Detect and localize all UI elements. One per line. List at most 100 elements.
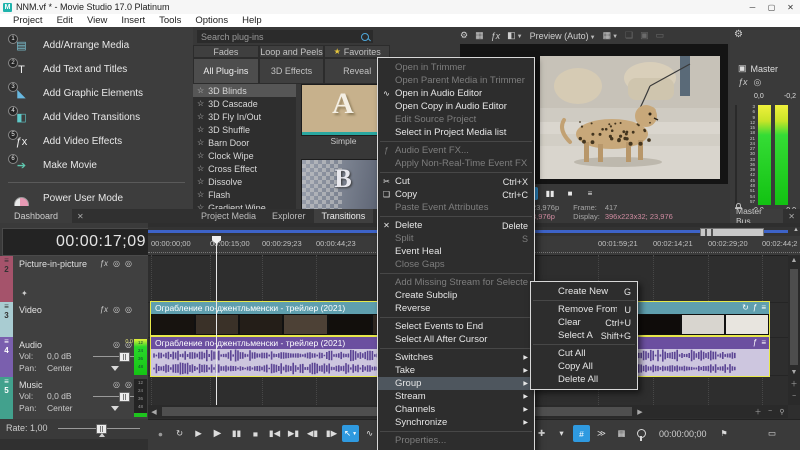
menu-item-switches[interactable]: Switches▶ [378,351,534,364]
transition-preview-simple[interactable]: A [301,84,385,136]
menu-item-create-subclip[interactable]: Create Subclip [378,289,534,302]
menu-item-remove-from[interactable]: Remove FromU [531,303,637,316]
external-monitor-icon[interactable]: ▭ [656,30,665,41]
tab-explorer[interactable]: Explorer [264,209,314,223]
track-solo-button[interactable]: ◎ [125,259,132,268]
snapping-button[interactable]: # [573,425,590,442]
favorite-star-icon[interactable]: ☆ [197,112,204,121]
favorite-star-icon[interactable]: ☆ [197,138,204,147]
menu-item-clear[interactable]: ClearCtrl+U [531,316,637,329]
track-mute-button[interactable]: ◎ [113,380,120,389]
track-grip-icon[interactable]: ≡ [4,256,9,265]
preview-menu-icon[interactable]: ≡ [583,187,598,200]
menu-item-synchronize[interactable]: Synchronize▶ [378,416,534,429]
minimize-button[interactable]: ─ [743,0,762,14]
menu-item-paste-event-attributes[interactable]: Paste Event Attributes [378,201,534,214]
split-screen-view-icon[interactable]: ◧▼ [507,30,522,41]
plugin-item-3d-cascade[interactable]: ☆3D Cascade [193,97,296,110]
play-button[interactable]: ▶ [209,425,226,442]
save-snapshot-icon[interactable]: ▣ [640,30,649,41]
master-mute-icon[interactable]: ◎ [754,77,762,88]
menu-item-delete-all[interactable]: Delete All [531,373,637,386]
menu-item-select-all[interactable]: Select AllShift+G [531,329,637,342]
previous-frame-button[interactable]: ◀▮ [304,425,321,442]
track-grip-icon[interactable]: ≡ [4,302,9,311]
sidebar-item-add-text-and-titles[interactable]: 2TAdd Text and Titles [0,57,193,81]
plugin-search-input[interactable]: Search plug-ins [197,30,373,43]
vertical-scrollbar[interactable]: ▲ ▼ ＋ − [788,255,800,405]
auto-ripple-button[interactable]: ≫ [593,425,610,442]
menu-item-reverse[interactable]: Reverse [378,302,534,315]
volume-slider-handle[interactable] [119,392,130,402]
preview-stop-button[interactable]: ■ [563,187,578,200]
menu-item-open-copy-in-audio-editor[interactable]: Open Copy in Audio Editor [378,100,534,113]
marker-pin-icon[interactable] [637,429,646,438]
favorite-star-icon[interactable]: ☆ [197,177,204,186]
pan-slider-handle[interactable] [111,406,119,411]
track-solo-button[interactable]: ◎ [125,380,132,389]
maximize-button[interactable]: ▢ [762,0,781,14]
menu-item-cut-all[interactable]: Cut All [531,347,637,360]
track-fx-button[interactable]: ƒx [100,305,108,314]
play-from-start-button[interactable]: ▶ [190,425,207,442]
track-grip-icon[interactable]: ≡ [4,377,9,386]
menu-item-cut[interactable]: ✂CutCtrl+X [378,175,534,188]
plugin-item-barn-door[interactable]: ☆Barn Door [193,136,296,149]
menubar-item-options[interactable]: Options [188,15,235,26]
envelope-tool-button[interactable]: ∿ [361,425,378,442]
transition-preview-left-to-right[interactable]: B [301,159,385,209]
menubar-item-help[interactable]: Help [235,15,269,26]
master-fx-icon[interactable]: ƒx [738,77,748,88]
menu-item-add-missing-stream-for-selected-event[interactable]: Add Missing Stream for Selected Event [378,276,534,289]
loop-playback-button[interactable]: ↻ [171,425,188,442]
master-settings-gear-icon[interactable]: ⚙ [734,29,743,40]
group-editing-button[interactable]: ▦ [613,425,630,442]
menu-item-audio-event-fx[interactable]: ƒAudio Event FX... [378,144,534,157]
sidebar-item-make-movie[interactable]: 6➔Make Movie [0,153,193,177]
sidebar-item-add-video-transitions[interactable]: 4◧Add Video Transitions [0,105,193,129]
event-fx-icon[interactable]: ƒ [753,337,757,349]
transport-timecode[interactable]: 00:00:00;00 [659,429,707,439]
sidebar-item-power-user-mode[interactable]: Power User Mode [0,186,193,210]
overlays-grid-icon[interactable]: ▦▼ [603,30,618,41]
event-menu-icon[interactable]: ≡ [761,302,766,314]
menu-item-event-heal[interactable]: Event Heal [378,245,534,258]
menu-item-close-gaps[interactable]: Close Gaps [378,258,534,271]
track-mute-button[interactable]: ◎ [113,340,120,349]
tab-fades[interactable]: Fades [193,45,259,58]
preview-pause-button[interactable]: ▮▮ [543,187,558,200]
plugin-item-3d-blinds[interactable]: ☆3D Blinds [193,84,296,97]
menu-item-stream[interactable]: Stream▶ [378,390,534,403]
track-fx-button[interactable]: ƒx [100,259,108,268]
menu-item-apply-non-real-time-event-fx[interactable]: Apply Non-Real-Time Event FX... [378,157,534,170]
favorite-star-icon[interactable]: ☆ [197,99,204,108]
favorite-star-icon[interactable]: ☆ [197,164,204,173]
menu-item-select-in-project-media-list[interactable]: Select in Project Media list [378,126,534,139]
volume-slider-handle[interactable] [119,352,130,362]
edit-tool-button[interactable]: ↖▼ [342,425,359,442]
menu-item-select-all-after-cursor[interactable]: Select All After Cursor [378,333,534,346]
event-menu-icon[interactable]: ≡ [761,337,766,349]
menubar-item-view[interactable]: View [80,15,114,26]
plugin-item-gradient-wipe[interactable]: ☆Gradient Wipe [193,201,296,209]
menu-item-channels[interactable]: Channels▶ [378,403,534,416]
preview-quality-dropdown[interactable]: Preview (Auto)▼ [530,31,596,41]
tab-all-plug-ins[interactable]: All Plug-ins [193,58,259,84]
go-to-start-button[interactable]: ▮◀ [266,425,283,442]
plugin-item-cross-effect[interactable]: ☆Cross Effect [193,162,296,175]
menu-item-open-in-audio-editor[interactable]: ∿Open in Audio Editor [378,87,534,100]
track-mute-button[interactable]: ◎ [113,259,120,268]
menu-item-copy[interactable]: ❑CopyCtrl+C [378,188,534,201]
next-frame-button[interactable]: ▮▶ [323,425,340,442]
close-master-bus-icon[interactable]: ✕ [783,212,800,221]
track-mute-button[interactable]: ◎ [113,305,120,314]
menubar-item-project[interactable]: Project [6,15,50,26]
record-button[interactable]: ● [152,425,169,442]
video-output-fx-icon[interactable]: ƒx [491,31,501,41]
close-dashboard-icon[interactable]: ✕ [72,212,89,221]
track-header-music[interactable]: ≡5Music◎◎Vol:0,0 dBPan:Center12243648 [0,377,148,420]
keyframe-icon[interactable]: ✦ [21,289,28,298]
plugin-item-dissolve[interactable]: ☆Dissolve [193,175,296,188]
tab-3d-effects[interactable]: 3D Effects [259,58,325,84]
sidebar-item-add-arrange-media[interactable]: 1▤Add/Arrange Media [0,33,193,57]
